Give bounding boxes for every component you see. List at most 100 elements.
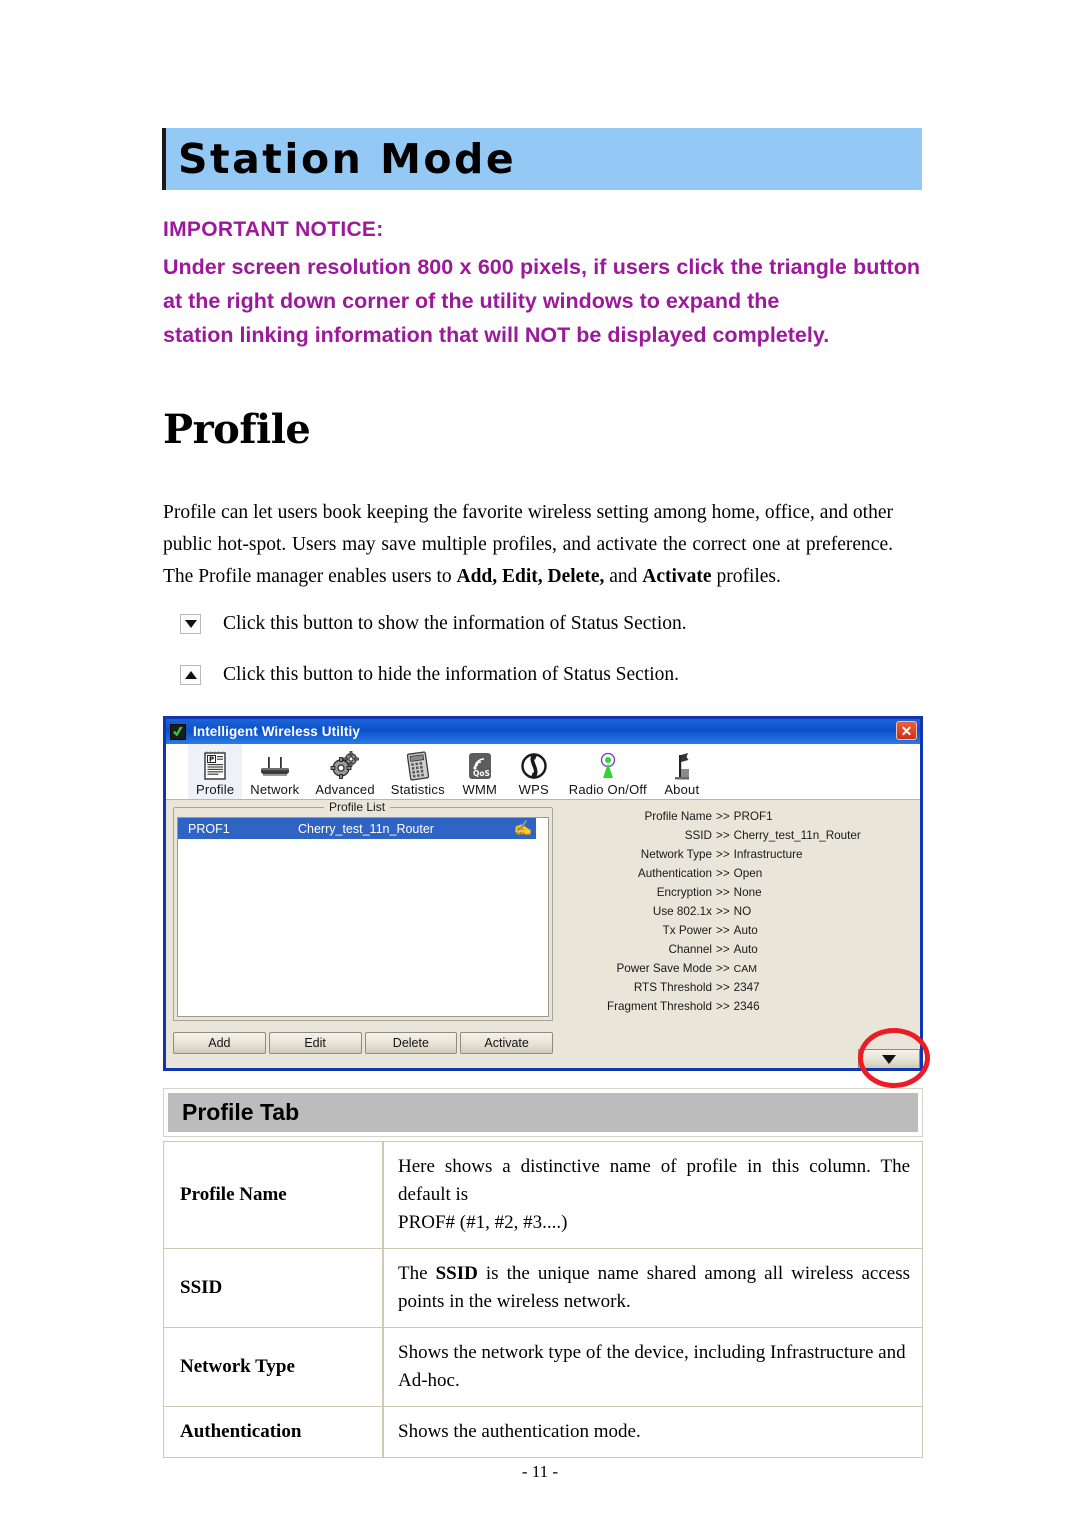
tab-wps-label: WPS bbox=[518, 782, 549, 797]
status-encryption-value: None bbox=[733, 886, 762, 899]
add-button[interactable]: Add bbox=[173, 1032, 266, 1054]
row-key-ssid: SSID bbox=[163, 1248, 384, 1328]
status-profile-name-label: Profile Name bbox=[644, 810, 712, 823]
triangle-down-icon bbox=[882, 1054, 896, 1064]
gears-icon bbox=[329, 751, 361, 781]
status-arrow: >> bbox=[716, 962, 730, 975]
profile-listbox[interactable]: PROF1 Cherry_test_11n_Router ✍ bbox=[177, 817, 549, 1017]
window-title: Intelligent Wireless Utiltiy bbox=[193, 724, 360, 739]
status-power-save-mode-value: CAM bbox=[733, 963, 757, 975]
svg-text:P: P bbox=[209, 756, 214, 764]
app-logo-icon bbox=[170, 723, 186, 740]
tab-about[interactable]: About bbox=[655, 744, 709, 799]
status-fragment-threshold-value: 2346 bbox=[733, 1000, 760, 1013]
about-flag-icon bbox=[670, 751, 694, 781]
row-value-profile-name: Here shows a distinctive name of profile… bbox=[382, 1141, 923, 1249]
tab-profile-label: Profile bbox=[196, 782, 235, 797]
wps-arrows-icon bbox=[520, 751, 548, 781]
page-number: - 11 - bbox=[521, 1462, 559, 1481]
status-profile-name: Profile Name >> PROF1 bbox=[564, 810, 910, 829]
page-title: Station Mode bbox=[178, 135, 517, 183]
tab-wmm[interactable]: QoS WMM bbox=[453, 744, 507, 799]
triangle-up-icon bbox=[180, 665, 201, 685]
row-value-text: Shows the network type of the device, in… bbox=[398, 1342, 906, 1363]
router-icon bbox=[258, 751, 292, 781]
svg-text:QoS: QoS bbox=[473, 769, 490, 778]
status-use-8021x-label: Use 802.1x bbox=[652, 905, 712, 918]
description-table: Profile Name Here shows a distinctive na… bbox=[163, 1141, 923, 1458]
qos-signal-icon: QoS bbox=[466, 751, 494, 781]
status-authentication-label: Authentication bbox=[637, 867, 712, 880]
window-body: Profile List PROF1 Cherry_test_11n_Route… bbox=[166, 800, 920, 1068]
status-use-8021x-value: NO bbox=[733, 905, 752, 918]
status-network-type: Network Type >> Infrastructure bbox=[564, 848, 910, 867]
table-row: Profile Name Here shows a distinctive na… bbox=[163, 1141, 923, 1249]
paragraph-text-2: and bbox=[604, 566, 643, 587]
legend-divider-right bbox=[390, 806, 552, 808]
tab-wmm-label: WMM bbox=[462, 782, 498, 797]
status-network-type-value: Infrastructure bbox=[733, 848, 803, 861]
document-page: Station Mode IMPORTANT NOTICE: Under scr… bbox=[0, 0, 1080, 1527]
profile-tab-header: Profile Tab bbox=[168, 1093, 918, 1132]
section-heading: Profile bbox=[163, 406, 311, 453]
status-authentication-value: Open bbox=[733, 867, 763, 880]
status-power-save-mode-label: Power Save Mode bbox=[616, 962, 713, 975]
expand-status-button[interactable] bbox=[858, 1049, 920, 1068]
delete-button[interactable]: Delete bbox=[364, 1032, 458, 1054]
tab-wps[interactable]: WPS bbox=[507, 744, 561, 799]
main-toolbar: P Profile Network Advanced Statistics Qo… bbox=[166, 744, 920, 800]
status-use-8021x: Use 802.1x >> NO bbox=[564, 905, 910, 924]
status-power-save-mode: Power Save Mode >> CAM bbox=[564, 962, 910, 981]
tab-radio-on-off[interactable]: Radio On/Off bbox=[561, 744, 655, 799]
close-icon[interactable]: ✕ bbox=[896, 721, 917, 740]
profile-action-buttons: Add Edit Delete Activate bbox=[173, 1032, 553, 1054]
bullet-hide-status-label: Click this button to hide the informatio… bbox=[223, 664, 680, 685]
bullet-show-status-label: Click this button to show the informatio… bbox=[223, 613, 687, 634]
status-ssid-value: Cherry_test_11n_Router bbox=[733, 829, 861, 842]
active-profile-hand-icon: ✍ bbox=[513, 820, 533, 837]
profile-row-name: PROF1 bbox=[188, 821, 230, 836]
page-title-banner: Station Mode bbox=[162, 128, 922, 190]
tab-advanced[interactable]: Advanced bbox=[307, 744, 382, 799]
row-value-text: Here shows a distinctive name of profile… bbox=[398, 1156, 910, 1205]
status-arrow: >> bbox=[716, 848, 730, 861]
status-tx-power-value: Auto bbox=[733, 924, 758, 937]
status-tx-power: Tx Power >> Auto bbox=[564, 924, 910, 943]
profile-list-groupbox: Profile List PROF1 Cherry_test_11n_Route… bbox=[173, 800, 553, 1021]
paragraph-bold-1: Add, Edit, Delete, bbox=[456, 566, 605, 587]
tab-statistics-label: Statistics bbox=[390, 782, 445, 797]
row-value-text-2: Ad-hoc. bbox=[398, 1370, 460, 1391]
profile-list-pane: Profile List PROF1 Cherry_test_11n_Route… bbox=[166, 800, 560, 1068]
tab-network[interactable]: Network bbox=[242, 744, 307, 799]
tab-advanced-label: Advanced bbox=[315, 782, 375, 797]
utility-window: Intelligent Wireless Utiltiy ✕ P Profile… bbox=[163, 716, 923, 1071]
status-tx-power-label: Tx Power bbox=[662, 924, 712, 937]
row-value-authentication: Shows the authentication mode. bbox=[382, 1406, 923, 1458]
table-row[interactable]: PROF1 Cherry_test_11n_Router ✍ bbox=[178, 818, 536, 839]
status-rts-threshold-label: RTS Threshold bbox=[633, 981, 712, 994]
profile-row-ssid: Cherry_test_11n_Router bbox=[298, 821, 434, 836]
status-fragment-threshold: Fragment Threshold >> 2346 bbox=[564, 1000, 910, 1019]
calculator-icon bbox=[404, 751, 432, 781]
legend-divider-left bbox=[174, 806, 324, 808]
profile-tab-table: Profile Tab Profile Name Here shows a di… bbox=[163, 1088, 923, 1458]
row-value-bold: SSID bbox=[435, 1263, 478, 1284]
row-key-authentication: Authentication bbox=[163, 1406, 384, 1458]
status-rts-threshold-value: 2347 bbox=[733, 981, 760, 994]
tab-statistics[interactable]: Statistics bbox=[383, 744, 453, 799]
edit-button[interactable]: Edit bbox=[268, 1032, 362, 1054]
tab-about-label: About bbox=[664, 782, 700, 797]
status-arrow: >> bbox=[716, 829, 730, 842]
activate-button[interactable]: Activate bbox=[460, 1032, 553, 1054]
status-fragment-threshold-label: Fragment Threshold bbox=[606, 1000, 712, 1013]
status-arrow: >> bbox=[716, 810, 730, 823]
status-section: Profile Name >> PROF1 SSID >> Cherry_tes… bbox=[560, 800, 920, 1068]
status-arrow: >> bbox=[716, 1000, 730, 1013]
triangle-down-icon bbox=[180, 614, 201, 634]
status-arrow: >> bbox=[716, 867, 730, 880]
table-row: Authentication Shows the authentication … bbox=[163, 1406, 923, 1458]
row-key-network-type: Network Type bbox=[163, 1327, 384, 1407]
status-ssid-label: SSID bbox=[684, 829, 712, 842]
paragraph-bold-2: Activate bbox=[642, 566, 712, 587]
tab-profile[interactable]: P Profile bbox=[188, 744, 243, 799]
